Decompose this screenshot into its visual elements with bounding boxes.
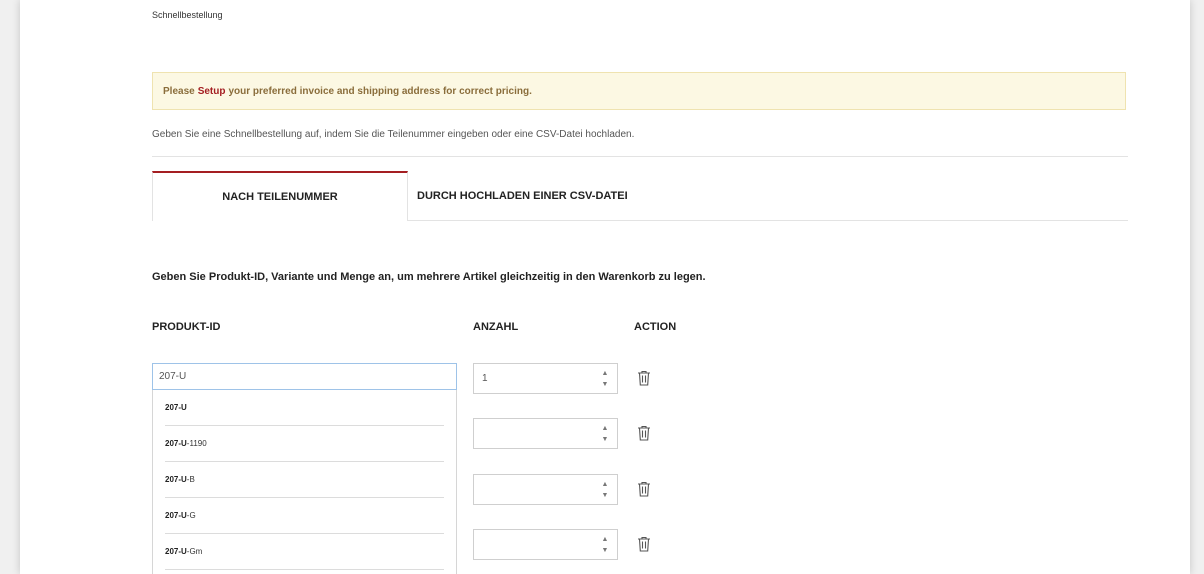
suggestion-rest: -G xyxy=(186,511,196,520)
column-header-product-id: PRODUKT-ID xyxy=(152,321,221,333)
product-id-input[interactable]: 207-U xyxy=(152,363,457,390)
divider xyxy=(152,156,1128,157)
quantity-input[interactable]: ▲ ▼ xyxy=(473,529,618,560)
tab-part-number[interactable]: NACH TEILENUMMER xyxy=(152,171,408,221)
suggestion-match: 207-U xyxy=(165,403,187,412)
trash-icon[interactable] xyxy=(637,481,651,497)
up-down-spinner-icon[interactable]: ▲ ▼ xyxy=(601,370,609,388)
product-suggestions-dropdown: 207-U 207-U -1190 207-U -B 207-U -G 207-U -G… xyxy=(152,390,457,574)
alert-prefix: Please xyxy=(163,85,195,97)
up-down-spinner-icon[interactable]: ▲ ▼ xyxy=(601,536,609,554)
up-down-spinner-icon[interactable]: ▲ ▼ xyxy=(601,481,609,499)
suggestion-match: 207-U xyxy=(165,439,187,448)
suggestion-rest: -1190 xyxy=(186,439,207,448)
quantity-input[interactable]: 1 ▲ ▼ xyxy=(473,363,618,394)
page-container: Schnellbestellung Please Setup your pref… xyxy=(20,0,1190,574)
column-header-action: ACTION xyxy=(634,321,677,333)
quantity-input[interactable]: ▲ ▼ xyxy=(473,474,618,505)
suggestion-item[interactable]: 207-U -Gm xyxy=(165,534,444,570)
quantity-value: 1 xyxy=(482,373,488,384)
suggestion-item[interactable]: 207-U -B xyxy=(165,462,444,498)
trash-icon[interactable] xyxy=(637,536,651,552)
suggestion-match: 207-U xyxy=(165,475,187,484)
trash-icon[interactable] xyxy=(637,425,651,441)
suggestion-rest: -Gm xyxy=(186,547,203,556)
trash-icon[interactable] xyxy=(637,370,651,386)
quantity-input[interactable]: ▲ ▼ xyxy=(473,418,618,449)
suggestion-item[interactable]: 207-U xyxy=(165,390,444,426)
column-header-quantity: ANZAHL xyxy=(473,321,519,333)
address-setup-alert: Please Setup your preferred invoice and … xyxy=(152,72,1126,110)
intro-text: Geben Sie eine Schnellbestellung auf, in… xyxy=(152,129,635,140)
suggestion-item[interactable]: 207-U -1190 xyxy=(165,426,444,462)
suggestion-match: 207-U xyxy=(165,547,187,556)
breadcrumb[interactable]: Schnellbestellung xyxy=(152,10,223,20)
order-method-tabs: NACH TEILENUMMER DURCH HOCHLADEN EINER C… xyxy=(152,171,1128,221)
tab-csv-upload[interactable]: DURCH HOCHLADEN EINER CSV-DATEI xyxy=(407,171,1128,221)
suggestion-match: 207-U xyxy=(165,511,187,520)
up-down-spinner-icon[interactable]: ▲ ▼ xyxy=(601,425,609,443)
instruction-text: Geben Sie Produkt-ID, Variante und Menge… xyxy=(152,271,706,283)
setup-link[interactable]: Setup xyxy=(198,86,226,97)
suggestion-item[interactable]: 207-U -G xyxy=(165,498,444,534)
suggestion-rest: -B xyxy=(186,475,195,484)
alert-suffix: your preferred invoice and shipping addr… xyxy=(228,85,532,97)
